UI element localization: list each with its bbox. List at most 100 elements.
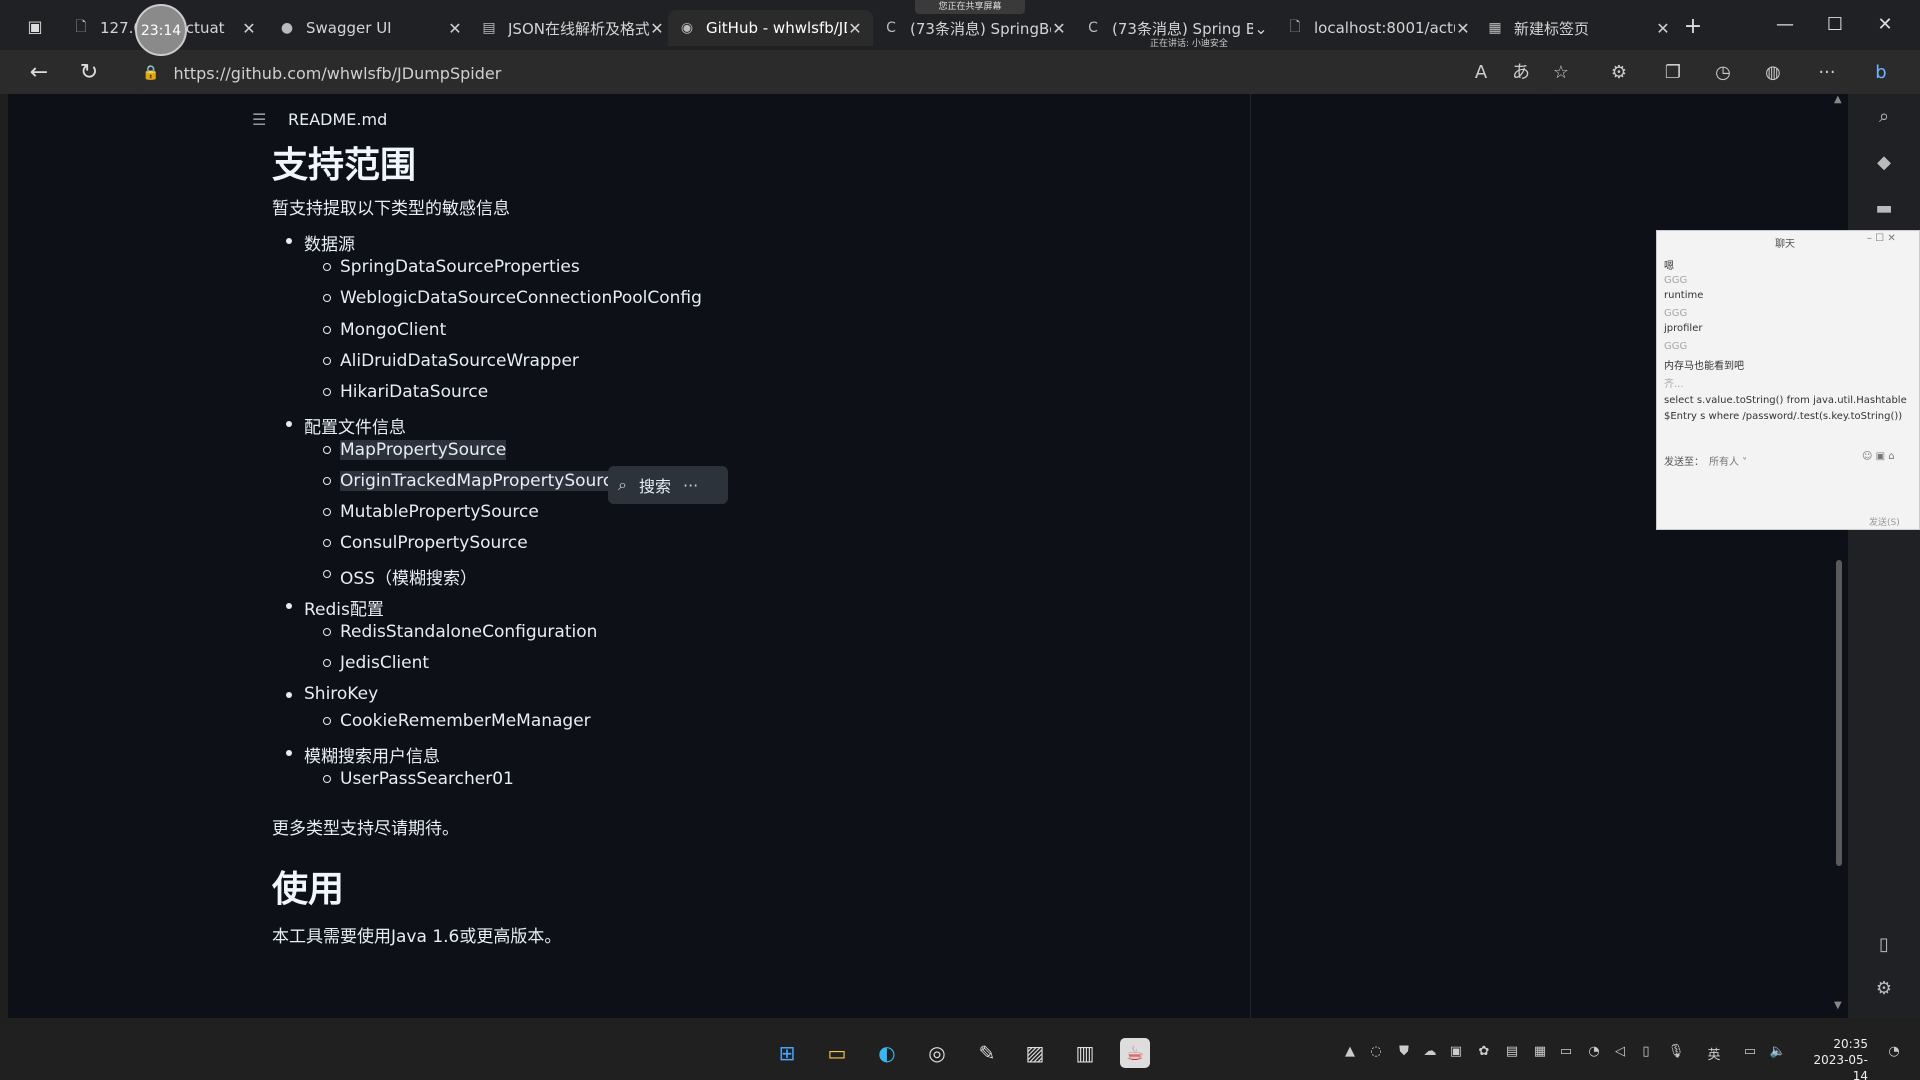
- photo-app-icon[interactable]: ▨: [1020, 1038, 1050, 1068]
- microphone-icon[interactable]: 🎙: [1666, 1044, 1686, 1064]
- close-icon[interactable]: ✕: [1655, 19, 1671, 38]
- tray-app-icon[interactable]: ▲: [1340, 1044, 1360, 1064]
- chat-window-controls[interactable]: – ☐ ✕: [1867, 233, 1896, 244]
- chat-sender: GGG: [1664, 341, 1688, 352]
- tab-4[interactable]: ◉ GitHub - whwlsfb/JD ✕: [668, 10, 873, 46]
- list-item: Redis配置: [286, 595, 384, 620]
- list-item-selected: MapPropertySource: [322, 440, 507, 460]
- chat-message: $Entry s where /password/.test(s.key.toS…: [1664, 411, 1903, 422]
- tray-app-icon[interactable]: ▤: [1502, 1044, 1522, 1064]
- selection-popup: ⌕ 搜索 ···: [608, 466, 728, 504]
- more-text: 更多类型支持尽请期待。: [272, 819, 459, 839]
- close-icon[interactable]: ✕: [1455, 19, 1471, 38]
- refresh-icon[interactable]: ↻: [74, 58, 104, 88]
- more-menu-icon[interactable]: ···: [1812, 58, 1842, 88]
- chrome-icon[interactable]: ◎: [922, 1038, 952, 1068]
- recording-timer: 23:14: [135, 4, 187, 56]
- tab-5[interactable]: C (73条消息) SpringBo ✕: [872, 10, 1077, 46]
- tools-icon[interactable]: ▬: [1870, 198, 1898, 226]
- tray-app-icon[interactable]: ◁: [1610, 1044, 1630, 1064]
- new-tab-button[interactable]: +: [1678, 14, 1708, 40]
- start-icon[interactable]: ⊞: [772, 1038, 802, 1068]
- tab-label: Swagger UI: [306, 19, 392, 37]
- readme-header: ☰ README.md: [252, 104, 387, 134]
- chat-sender: GGG: [1664, 308, 1688, 319]
- close-icon[interactable]: ✕: [241, 19, 257, 38]
- list-item: JedisClient: [322, 653, 430, 673]
- pin-app-icon[interactable]: ✎: [972, 1038, 1002, 1068]
- maximize-icon[interactable]: ☐: [1820, 14, 1850, 40]
- minimize-icon[interactable]: —: [1770, 14, 1800, 40]
- java-icon[interactable]: ☕: [1120, 1038, 1150, 1068]
- close-window-icon[interactable]: ✕: [1870, 14, 1900, 40]
- close-icon[interactable]: ✕: [1051, 19, 1067, 38]
- back-arrow-icon[interactable]: ←: [24, 58, 54, 88]
- clock-time: 20:35: [1833, 1037, 1868, 1051]
- intellij-icon[interactable]: ▥: [1070, 1038, 1100, 1068]
- close-icon[interactable]: ✕: [847, 19, 863, 38]
- tray-app-icon[interactable]: ✿: [1474, 1044, 1494, 1064]
- shield-icon[interactable]: ⛊: [1394, 1044, 1414, 1064]
- shopping-tag-icon[interactable]: ◆: [1870, 152, 1898, 180]
- search-icon[interactable]: ⌕: [1870, 106, 1898, 134]
- read-aloud-icon[interactable]: A: [1466, 58, 1496, 88]
- clock-date: 2023-05-14: [1813, 1053, 1868, 1080]
- clock[interactable]: 20:35 2023-05-14: [1800, 1036, 1868, 1080]
- chat-title: 聊天: [1775, 239, 1795, 250]
- edge-icon[interactable]: ◐: [872, 1038, 902, 1068]
- tray-app-icon[interactable]: ◌: [1366, 1044, 1386, 1064]
- tab-3[interactable]: ▤ JSON在线解析及格式 ✕: [470, 10, 675, 46]
- chat-toolbar-icons[interactable]: ☺ ▣ ⌂: [1862, 451, 1895, 462]
- scroll-up-icon[interactable]: ▲: [1834, 94, 1842, 105]
- github-readme-pane: ☰ README.md 支持范围 暂支持提取以下类型的敏感信息 数据源 Spri…: [8, 94, 1836, 1018]
- favorite-icon[interactable]: ☆: [1546, 58, 1576, 88]
- close-icon[interactable]: ✕: [447, 19, 463, 38]
- list-item: ShiroKey: [285, 684, 379, 704]
- list-item: RedisStandaloneConfiguration: [322, 622, 598, 642]
- list-item: OSS（模糊搜索）: [323, 564, 477, 589]
- translate-icon[interactable]: あ: [1506, 58, 1536, 88]
- tray-app-icon[interactable]: ▭: [1556, 1044, 1576, 1064]
- tab-8[interactable]: ▦ 新建标签页 ✕: [1476, 10, 1681, 46]
- tray-app-icon[interactable]: ▣: [1446, 1044, 1466, 1064]
- bing-icon[interactable]: b: [1866, 58, 1896, 88]
- input-language[interactable]: 英: [1704, 1044, 1724, 1064]
- profile-icon[interactable]: ◍: [1758, 58, 1788, 88]
- send-button[interactable]: 发送(S): [1869, 515, 1900, 528]
- volume-icon[interactable]: 🔈: [1768, 1044, 1788, 1064]
- readme-filename: README.md: [288, 109, 388, 129]
- collections-icon[interactable]: ❐: [1658, 58, 1688, 88]
- send-to-select[interactable]: 所有人 ˅: [1709, 453, 1747, 468]
- chevron-down-icon[interactable]: ⌄: [1253, 19, 1269, 38]
- settings-gear-icon[interactable]: ⚙: [1870, 978, 1898, 1006]
- intro-text: 暂支持提取以下类型的敏感信息: [272, 199, 510, 219]
- search-icon[interactable]: ⌕: [618, 475, 627, 495]
- tray-app-icon[interactable]: ☁: [1420, 1044, 1440, 1064]
- sidebar-toggle-icon[interactable]: ▯: [1870, 934, 1898, 962]
- file-explorer-icon[interactable]: ▭: [822, 1038, 852, 1068]
- tab-actions-icon[interactable]: ▣: [20, 12, 50, 42]
- chat-sender: GGG: [1664, 275, 1688, 286]
- history-icon[interactable]: ◷: [1708, 58, 1738, 88]
- network-icon[interactable]: ▭: [1740, 1044, 1760, 1064]
- chat-message: 嗯: [1664, 261, 1674, 272]
- more-icon[interactable]: ···: [683, 476, 698, 495]
- chat-window: 聊天 – ☐ ✕ 嗯 GGG runtime GGG jprofiler GGG…: [1656, 230, 1920, 530]
- scrollbar-thumb[interactable]: [1836, 560, 1842, 866]
- list-icon[interactable]: ☰: [252, 110, 274, 129]
- csdn-icon: C: [1088, 20, 1098, 36]
- tray-app-icon[interactable]: ◔: [1584, 1044, 1604, 1064]
- speaking-indicator: 正在讲话: 小迪安全: [1150, 39, 1228, 49]
- url-field[interactable]: 🔒 https://github.com/whwlsfb/JDumpSpider: [128, 56, 1558, 90]
- search-button[interactable]: 搜索: [639, 473, 671, 497]
- extensions-icon[interactable]: ⚙: [1604, 58, 1634, 88]
- notification-icon[interactable]: ◔: [1884, 1044, 1904, 1064]
- tab-7[interactable]: 🗋 localhost:8001/actuat✕: [1276, 10, 1481, 46]
- usb-icon[interactable]: ▯: [1636, 1044, 1656, 1064]
- tray-app-icon[interactable]: ▦: [1530, 1044, 1550, 1064]
- scroll-down-icon[interactable]: ▼: [1834, 1000, 1842, 1011]
- tab-2[interactable]: ● Swagger UI ✕: [268, 10, 473, 46]
- newtab-icon: ▦: [1488, 20, 1502, 36]
- section-title: 使用: [272, 869, 345, 910]
- close-icon[interactable]: ✕: [649, 19, 665, 38]
